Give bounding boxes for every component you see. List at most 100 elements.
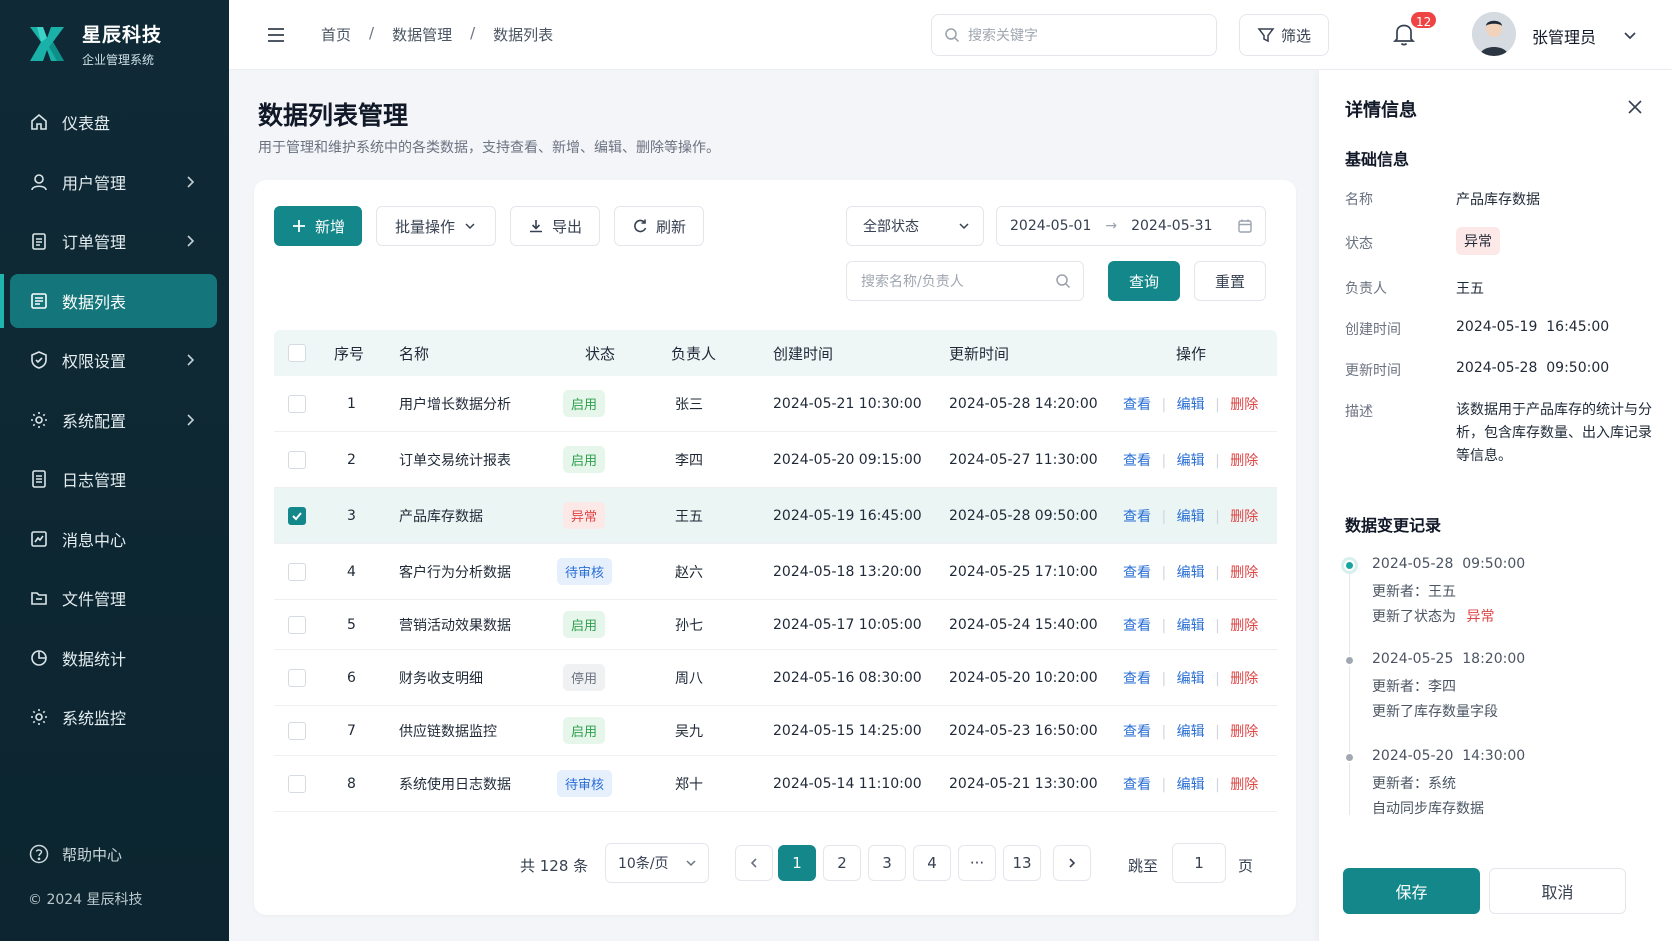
table-row[interactable]: 1 用户增长数据分析 启用 张三 2024-05-21 10:30:00 202…	[274, 376, 1277, 432]
sidebar-item-system-config[interactable]: 系统配置	[0, 393, 229, 447]
row-checkbox[interactable]	[288, 615, 306, 634]
sidebar-item-orders[interactable]: 订单管理	[0, 214, 229, 268]
delete-link[interactable]: 删除	[1230, 565, 1258, 581]
sidebar-item-messages[interactable]: 消息中心	[0, 512, 229, 566]
avatar[interactable]	[1472, 12, 1516, 56]
view-link[interactable]: 查看	[1123, 724, 1151, 740]
table-row[interactable]: 7 供应链数据监控 启用 吴九 2024-05-15 14:25:00 2024…	[274, 706, 1277, 756]
delete-link[interactable]: 删除	[1230, 397, 1258, 413]
page-number-button[interactable]: 13	[1003, 845, 1041, 881]
shield-icon	[28, 349, 50, 371]
cancel-button[interactable]: 取消	[1489, 868, 1626, 914]
breadcrumb-home[interactable]: 首页	[321, 24, 351, 45]
help-center-link[interactable]: 帮助中心	[28, 843, 143, 865]
row-checkbox[interactable]	[288, 774, 306, 793]
date-end[interactable]: 2024-05-31	[1131, 218, 1212, 234]
edit-link[interactable]: 编辑	[1177, 565, 1205, 581]
sidebar-item-logs[interactable]: 日志管理	[0, 452, 229, 506]
edit-link[interactable]: 编辑	[1177, 777, 1205, 793]
history-updater: 更新者：王五	[1372, 584, 1456, 600]
user-name[interactable]: 张管理员	[1532, 24, 1596, 48]
prev-page-button[interactable]	[735, 845, 773, 881]
delete-link[interactable]: 删除	[1230, 724, 1258, 740]
edit-link[interactable]: 编辑	[1177, 397, 1205, 413]
refresh-button[interactable]: 刷新	[614, 206, 704, 246]
reset-button[interactable]: 重置	[1194, 261, 1266, 301]
date-range-picker[interactable]: 2024-05-01 → 2024-05-31	[996, 206, 1266, 246]
save-button[interactable]: 保存	[1343, 868, 1480, 914]
status-select[interactable]: 全部状态	[846, 206, 984, 246]
view-link[interactable]: 查看	[1123, 509, 1151, 525]
history-change: 更新了库存数量字段	[1372, 704, 1498, 720]
view-link[interactable]: 查看	[1123, 397, 1151, 413]
table-row[interactable]: 4 客户行为分析数据 待审核 赵六 2024-05-18 13:20:00 20…	[274, 544, 1277, 600]
delete-link[interactable]: 删除	[1230, 509, 1258, 525]
timeline-line	[1349, 565, 1350, 815]
global-search-placeholder: 搜索关键字	[968, 28, 1038, 44]
brand[interactable]: 星辰科技 企业管理系统	[26, 20, 162, 68]
page-size-select[interactable]: 10条/页	[605, 843, 709, 883]
table-row[interactable]: 5 营销活动效果数据 启用 孙七 2024-05-17 10:05:00 202…	[274, 600, 1277, 650]
edit-link[interactable]: 编辑	[1177, 671, 1205, 687]
sidebar-item-data-list[interactable]: 数据列表	[0, 273, 217, 328]
table-row[interactable]: 3 产品库存数据 异常 王五 2024-05-19 16:45:00 2024-…	[274, 488, 1277, 544]
delete-link[interactable]: 删除	[1230, 671, 1258, 687]
sidebar-item-monitor[interactable]: 系统监控	[0, 690, 229, 744]
chevron-down-icon[interactable]	[1621, 26, 1639, 44]
export-button[interactable]: 导出	[510, 206, 600, 246]
cell-owner: 王五	[675, 508, 703, 525]
row-checkbox[interactable]	[288, 394, 306, 413]
view-link[interactable]: 查看	[1123, 565, 1151, 581]
name-owner-search-input[interactable]: 搜索名称/负责人	[846, 261, 1084, 301]
page-number-button[interactable]: 2	[823, 845, 861, 881]
select-all-checkbox[interactable]	[288, 344, 306, 362]
basic-info-title: 基础信息	[1345, 150, 1410, 169]
query-button[interactable]: 查询	[1108, 261, 1180, 301]
page-ellipsis[interactable]: ···	[958, 845, 996, 881]
delete-link[interactable]: 删除	[1230, 777, 1258, 793]
edit-link[interactable]: 编辑	[1177, 618, 1205, 634]
global-search-input[interactable]: 搜索关键字	[931, 14, 1217, 56]
filter-icon	[1257, 28, 1275, 43]
row-checkbox[interactable]	[288, 562, 306, 581]
date-start[interactable]: 2024-05-01	[1010, 218, 1091, 234]
sidebar-item-dashboard[interactable]: 仪表盘	[0, 95, 229, 149]
action-divider: |	[1215, 452, 1220, 469]
breadcrumb-data-management[interactable]: 数据管理	[392, 24, 452, 45]
row-checkbox[interactable]	[288, 506, 306, 525]
page-number-button[interactable]: 4	[913, 845, 951, 881]
edit-link[interactable]: 编辑	[1177, 509, 1205, 525]
next-page-button[interactable]	[1053, 845, 1091, 881]
menu-toggle-icon[interactable]	[265, 24, 287, 46]
jump-page-input[interactable]: 1	[1172, 843, 1226, 883]
chart-line-icon	[28, 528, 50, 550]
status-badge: 异常	[1456, 227, 1500, 255]
batch-actions-dropdown[interactable]: 批量操作	[376, 206, 496, 246]
cell-index: 6	[347, 669, 356, 686]
view-link[interactable]: 查看	[1123, 618, 1151, 634]
view-link[interactable]: 查看	[1123, 453, 1151, 469]
sidebar-item-files[interactable]: 文件管理	[0, 571, 229, 625]
page-number-button[interactable]: 3	[868, 845, 906, 881]
field-label-description: 描述	[1345, 404, 1373, 420]
table-row[interactable]: 6 财务收支明细 停用 周八 2024-05-16 08:30:00 2024-…	[274, 650, 1277, 706]
edit-link[interactable]: 编辑	[1177, 724, 1205, 740]
add-button[interactable]: 新增	[274, 206, 362, 246]
view-link[interactable]: 查看	[1123, 777, 1151, 793]
sidebar-item-users[interactable]: 用户管理	[0, 155, 229, 209]
row-checkbox[interactable]	[288, 668, 306, 687]
row-checkbox[interactable]	[288, 450, 306, 469]
table-row[interactable]: 8 系统使用日志数据 待审核 郑十 2024-05-14 11:10:00 20…	[274, 756, 1277, 812]
sidebar-item-permissions[interactable]: 权限设置	[0, 333, 229, 387]
delete-link[interactable]: 删除	[1230, 453, 1258, 469]
edit-link[interactable]: 编辑	[1177, 453, 1205, 469]
page-number-button[interactable]: 1	[778, 845, 816, 881]
field-value-created: 2024-05-19 16:45:00	[1456, 319, 1610, 335]
row-checkbox[interactable]	[288, 721, 306, 740]
view-link[interactable]: 查看	[1123, 671, 1151, 687]
filter-button[interactable]: 筛选	[1239, 14, 1329, 56]
delete-link[interactable]: 删除	[1230, 618, 1258, 634]
close-icon[interactable]	[1625, 97, 1645, 117]
table-row[interactable]: 2 订单交易统计报表 启用 李四 2024-05-20 09:15:00 202…	[274, 432, 1277, 488]
sidebar-item-statistics[interactable]: 数据统计	[0, 631, 229, 685]
